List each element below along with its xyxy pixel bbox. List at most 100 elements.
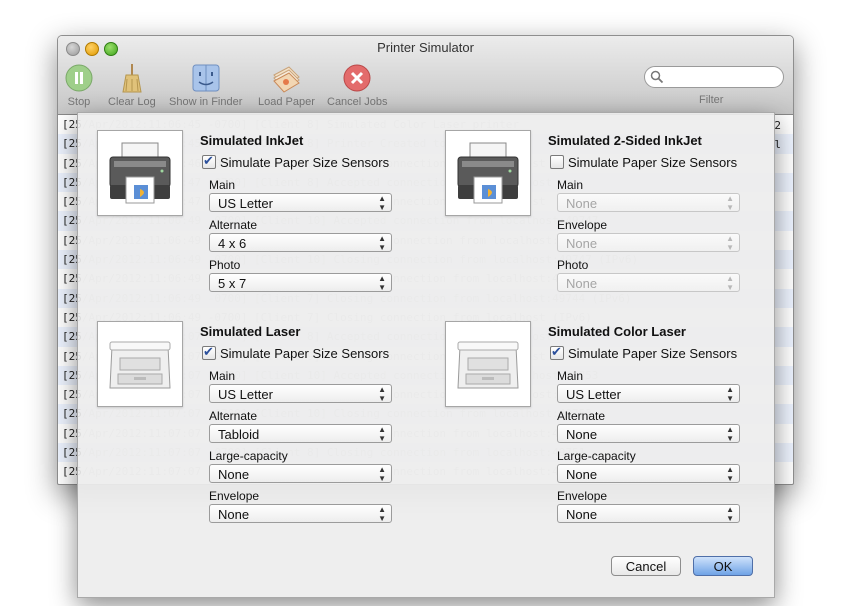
colorlaser-large-capacity-popup[interactable]: None ▲ ▼: [557, 464, 740, 483]
popup-arrows-icon: ▲ ▼: [378, 505, 386, 523]
inkjet2-title: Simulated 2-Sided InkJet: [548, 133, 702, 148]
finder-icon: [192, 64, 220, 92]
laser-main-value: US Letter: [218, 387, 273, 402]
inkjet-sensors-check[interactable]: [202, 153, 216, 169]
inkjet-alternate-label: Alternate: [209, 218, 258, 232]
colorlaser-sensors-check[interactable]: [550, 344, 564, 360]
laser-alternate-value: Tabloid: [218, 427, 260, 442]
inkjet2-photo-value: None: [566, 276, 598, 291]
filter-label: Filter: [699, 94, 724, 106]
ok-button[interactable]: OK: [693, 556, 753, 576]
show-in-finder-label: Show in Finder: [169, 96, 243, 108]
cancel-button[interactable]: Cancel: [611, 556, 681, 576]
load-paper-button[interactable]: Load Paper: [258, 63, 315, 108]
colorlaser-title: Simulated Color Laser: [548, 324, 686, 339]
inkjet-main-label: Main: [209, 178, 236, 192]
inkjet2-printer-image: [445, 130, 531, 216]
laser-sensors-check[interactable]: [202, 344, 216, 360]
colorlaser-main-value: US Letter: [566, 387, 621, 402]
cancel-icon: [343, 64, 371, 92]
inkjet2-printer-icon: [457, 142, 519, 204]
window-title: Printer Simulator: [377, 40, 474, 55]
colorlaser-main-label: Main: [557, 369, 584, 383]
stop-button[interactable]: Stop: [64, 63, 94, 108]
colorlaser-envelope-label: Envelope: [557, 489, 608, 503]
search-icon: [650, 70, 664, 84]
inkjet2-photo-label: Photo: [557, 258, 589, 272]
inkjet-alternate-value: 4 x 6: [218, 236, 247, 251]
popup-arrows-icon: ▲ ▼: [726, 385, 734, 403]
popup-arrows-icon: ▲ ▼: [378, 274, 386, 292]
colorlaser-printer-image: [445, 321, 531, 407]
popup-arrows-icon: ▲ ▼: [378, 234, 386, 252]
laser-main-label: Main: [209, 369, 236, 383]
paper-icon: [273, 66, 301, 93]
show-in-finder-button[interactable]: Show in Finder: [169, 63, 242, 108]
popup-arrows-icon: ▲ ▼: [726, 234, 734, 252]
colorlaser-sensors-checkbox[interactable]: Simulate Paper Size Sensors: [550, 344, 738, 361]
inkjet-photo-popup[interactable]: 5 x 7 ▲ ▼: [209, 273, 392, 292]
popup-arrows-icon: ▲ ▼: [378, 385, 386, 403]
laser-large-capacity-value: None: [218, 467, 250, 482]
laser-large-capacity-label: Large-capacity: [209, 449, 288, 463]
title-bar: Printer Simulator Stop Clear Log Show in…: [58, 36, 793, 115]
stop-icon: [65, 64, 93, 92]
popup-arrows-icon: ▲ ▼: [378, 194, 386, 212]
inkjet-main-popup[interactable]: US Letter ▲ ▼: [209, 193, 392, 212]
paper-sensors-sheet: Simulated InkJet Simulate Paper Size Sen…: [77, 112, 775, 598]
inkjet-title: Simulated InkJet: [200, 133, 304, 148]
inkjet-photo-label: Photo: [209, 258, 241, 272]
laser-title: Simulated Laser: [200, 324, 301, 339]
cancel-jobs-label: Cancel Jobs: [327, 96, 388, 108]
inkjet2-main-value: None: [566, 196, 598, 211]
colorlaser-alternate-value: None: [566, 427, 598, 442]
popup-arrows-icon: ▲ ▼: [726, 425, 734, 443]
laser-envelope-popup[interactable]: None ▲ ▼: [209, 504, 392, 523]
inkjet-alternate-popup[interactable]: 4 x 6 ▲ ▼: [209, 233, 392, 252]
inkjet-main-value: US Letter: [218, 196, 273, 211]
colorlaser-alternate-popup[interactable]: None ▲ ▼: [557, 424, 740, 443]
inkjet2-main-label: Main: [557, 178, 584, 192]
colorlaser-envelope-popup[interactable]: None ▲ ▼: [557, 504, 740, 523]
laser-main-popup[interactable]: US Letter ▲ ▼: [209, 384, 392, 403]
inkjet-photo-value: 5 x 7: [218, 276, 247, 291]
colorlaser-envelope-value: None: [566, 507, 598, 522]
laser-sensors-checkbox[interactable]: Simulate Paper Size Sensors: [202, 344, 390, 361]
load-paper-label: Load Paper: [258, 96, 315, 108]
popup-arrows-icon: ▲ ▼: [726, 505, 734, 523]
popup-arrows-icon: ▲ ▼: [726, 194, 734, 212]
laser-large-capacity-popup[interactable]: None ▲ ▼: [209, 464, 392, 483]
log-overflow-char: l: [774, 138, 781, 152]
inkjet-sensors-checkbox[interactable]: Simulate Paper Size Sensors: [202, 153, 389, 170]
broom-icon: [122, 64, 142, 93]
popup-arrows-icon: ▲ ▼: [726, 465, 734, 483]
inkjet2-sensors-check[interactable]: [550, 155, 564, 169]
laser-printer-icon: [109, 341, 171, 389]
clear-log-label: Clear Log: [108, 96, 156, 108]
colorlaser-large-capacity-label: Large-capacity: [557, 449, 636, 463]
inkjet2-sensors-checkbox[interactable]: Simulate Paper Size Sensors: [550, 155, 737, 170]
laser-sensors-label: Simulate Paper Size Sensors: [220, 346, 390, 361]
colorlaser-main-popup[interactable]: US Letter ▲ ▼: [557, 384, 740, 403]
cancel-jobs-button[interactable]: Cancel Jobs: [327, 63, 388, 108]
colorlaser-sensors-label: Simulate Paper Size Sensors: [568, 346, 738, 361]
inkjet2-envelope-value: None: [566, 236, 598, 251]
inkjet-printer-image: [97, 130, 183, 216]
stop-label: Stop: [67, 96, 91, 108]
filter-search-field[interactable]: [644, 66, 784, 88]
laser-printer-image: [97, 321, 183, 407]
laser-alternate-popup[interactable]: Tabloid ▲ ▼: [209, 424, 392, 443]
popup-arrows-icon: ▲ ▼: [378, 465, 386, 483]
popup-arrows-icon: ▲ ▼: [378, 425, 386, 443]
inkjet-printer-icon: [109, 142, 171, 204]
inkjet2-sensors-label: Simulate Paper Size Sensors: [568, 155, 738, 170]
inkjet2-main-popup[interactable]: None ▲ ▼: [557, 193, 740, 212]
inkjet2-photo-popup[interactable]: None ▲ ▼: [557, 273, 740, 292]
laser-envelope-value: None: [218, 507, 250, 522]
clear-log-button[interactable]: Clear Log: [108, 63, 156, 108]
inkjet2-envelope-label: Envelope: [557, 218, 608, 232]
inkjet2-envelope-popup[interactable]: None ▲ ▼: [557, 233, 740, 252]
laser-alternate-label: Alternate: [209, 409, 258, 423]
colorlaser-large-capacity-value: None: [566, 467, 598, 482]
log-overflow-char: 2: [774, 119, 781, 132]
